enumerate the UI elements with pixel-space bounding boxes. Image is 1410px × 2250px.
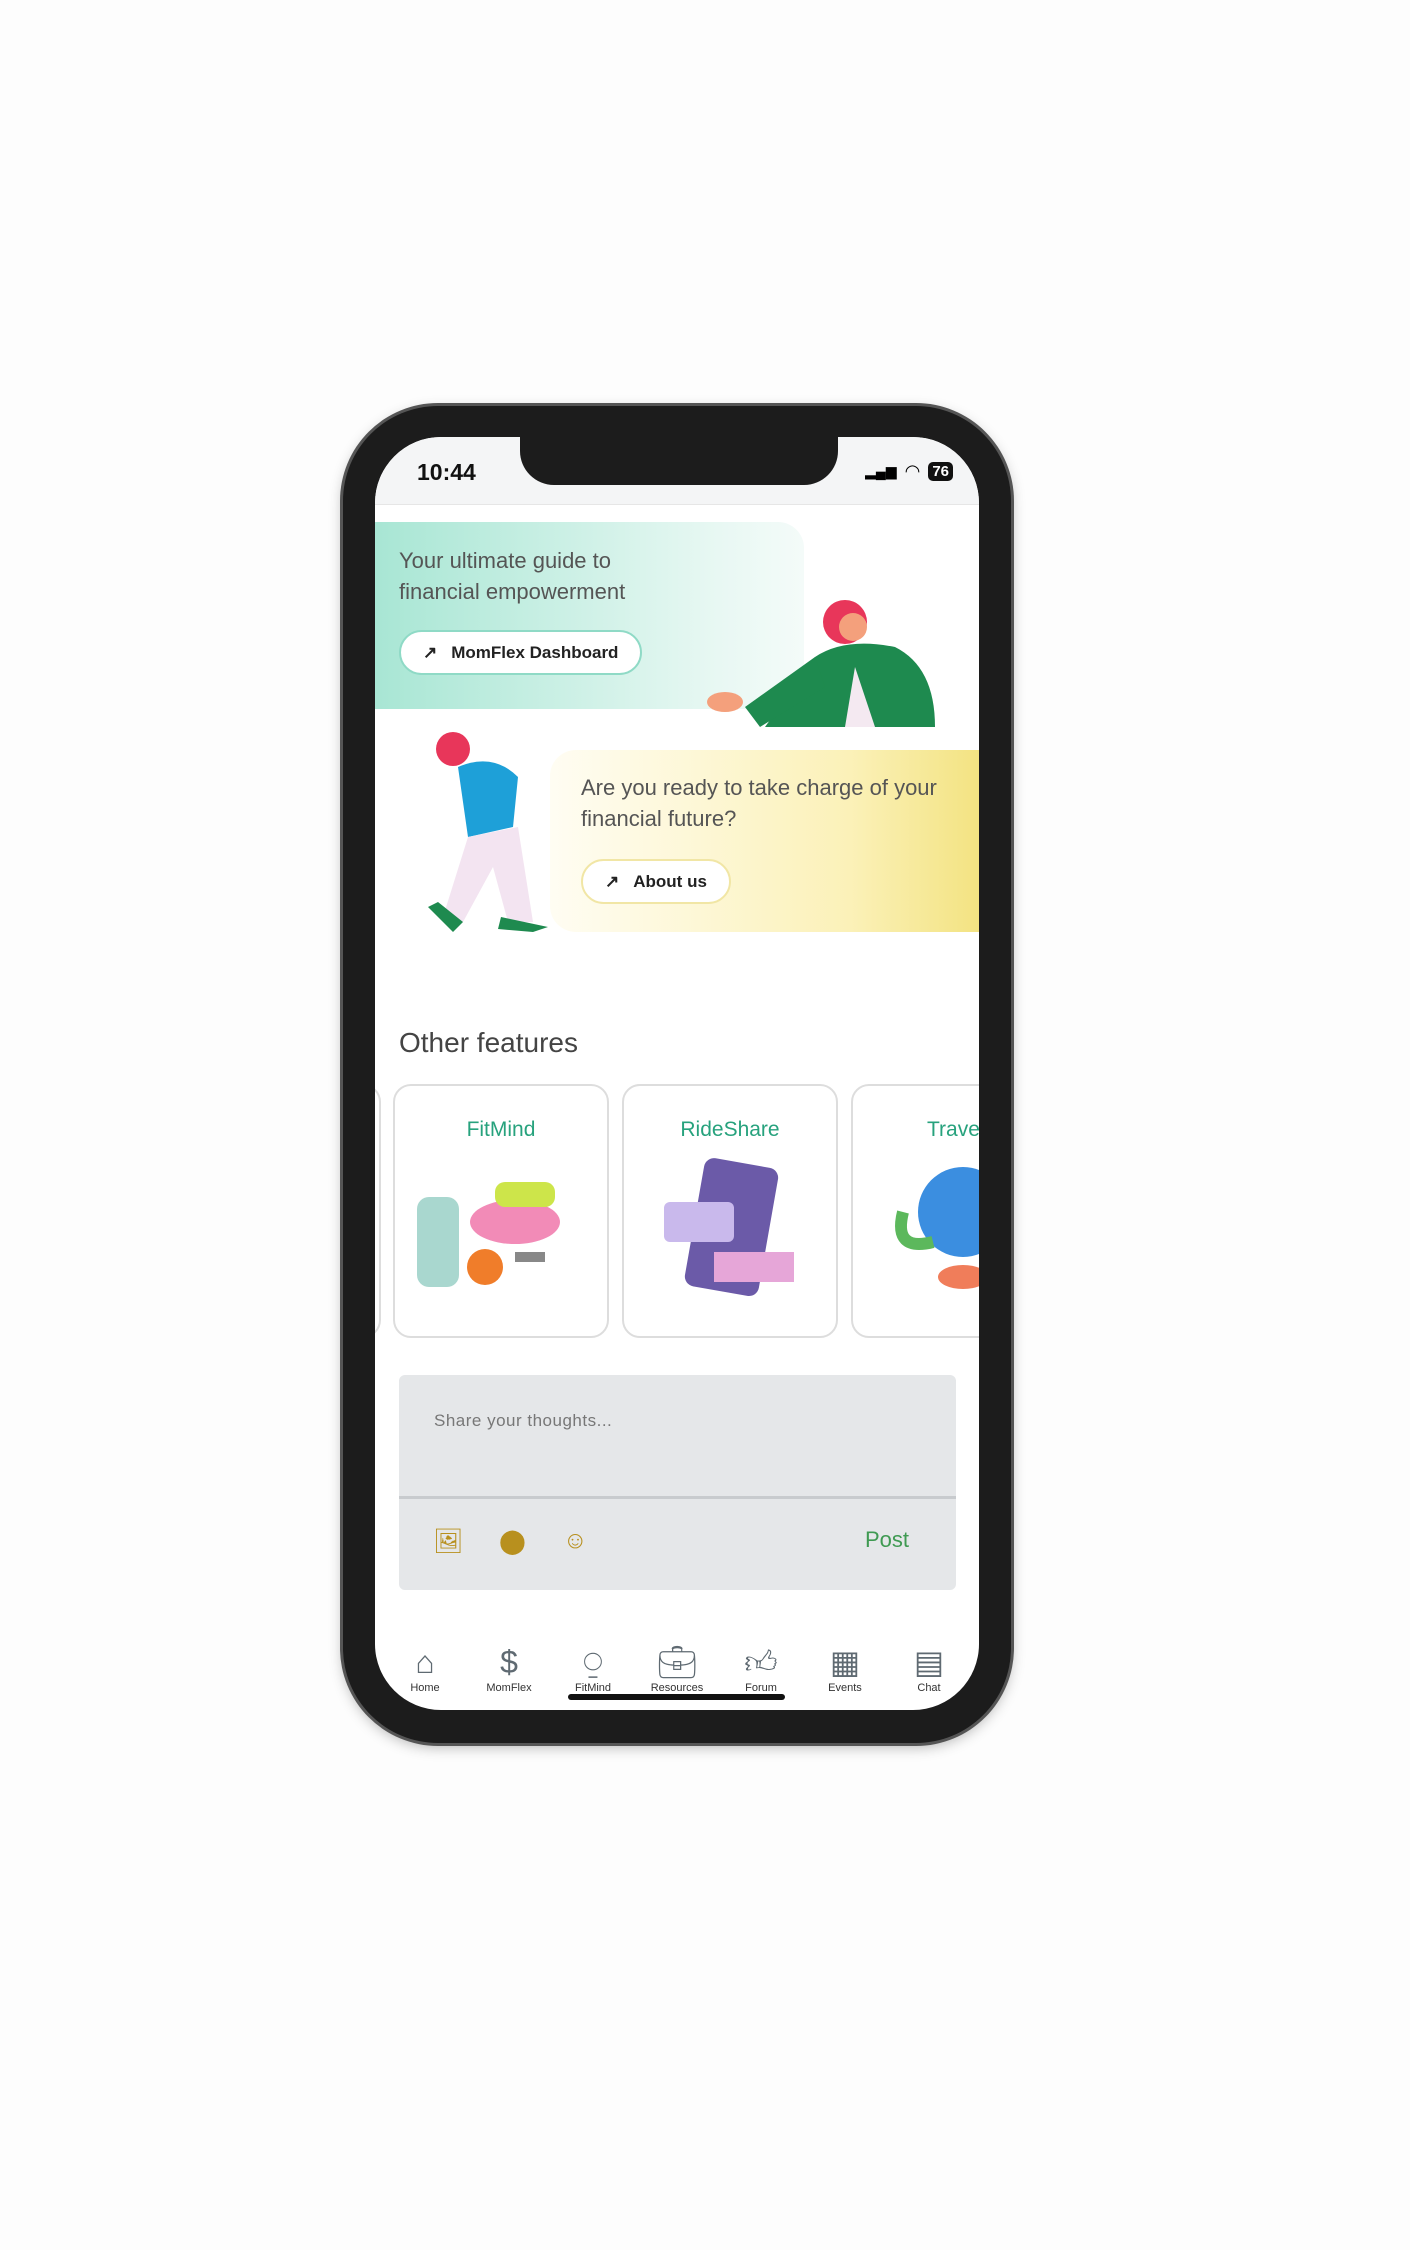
about-text: Are you ready to take charge of your fin… [581, 775, 937, 831]
briefcase-icon: 💼︎ [656, 1644, 698, 1680]
feature-card-rideshare[interactable]: RideShare [622, 1084, 838, 1338]
bottom-nav: ⌂ Home $ MomFlex ⍜ FitMind 💼︎ Resources 👍︎ Fo… [375, 1642, 979, 1694]
monitor-heart-icon: ⍜ [583, 1644, 603, 1680]
about-us-button[interactable]: ↗ About us [581, 859, 731, 904]
arrow-up-right-icon: ↗ [423, 642, 438, 662]
feature-card-travel[interactable]: Trave [851, 1084, 979, 1338]
nav-momflex[interactable]: $ MomFlex [469, 1642, 549, 1694]
nav-resources[interactable]: 💼︎ Resources [637, 1642, 717, 1694]
nav-events[interactable]: ▦ Events [805, 1642, 885, 1694]
travel-illustration [895, 1167, 979, 1289]
rideshare-illustration [664, 1158, 794, 1297]
home-icon: ⌂ [415, 1644, 435, 1680]
home-indicator[interactable] [568, 1694, 785, 1700]
location-pin-icon[interactable]: ⬤ [499, 1527, 526, 1556]
other-features-heading: Other features [399, 1027, 578, 1058]
nav-home[interactable]: ⌂ Home [385, 1642, 465, 1694]
notch [520, 437, 838, 485]
hero-text: Your ultimate guide to financial empower… [399, 548, 626, 604]
thoughts-input[interactable]: Share your thoughts... [434, 1411, 612, 1431]
post-composer: Share your thoughts... 🖼︎ ⬤ ☺ Post [399, 1375, 956, 1590]
dollar-icon: $ [500, 1644, 518, 1680]
image-icon[interactable]: 🖼︎ [433, 1527, 463, 1556]
feature-card-fitmind[interactable]: FitMind [393, 1084, 609, 1338]
signal-icon: ▂▄▆ [865, 463, 897, 479]
chat-icon: ▤ [913, 1644, 945, 1680]
feature-card-partial[interactable] [375, 1084, 381, 1338]
woman-walking-illustration [428, 732, 548, 932]
calendar-icon: ▦ [829, 1644, 861, 1680]
status-icons: ▂▄▆ ◠ 76 [865, 461, 953, 482]
divider [399, 1496, 956, 1499]
arrow-up-right-icon: ↗ [605, 871, 620, 891]
nav-chat[interactable]: ▤ Chat [889, 1642, 969, 1694]
app-screen: 10:44 ▂▄▆ ◠ 76 Your ultimate guide to fi… [375, 437, 979, 1710]
fitness-illustration [417, 1182, 560, 1287]
emoji-icon[interactable]: ☺ [563, 1527, 588, 1555]
nav-forum[interactable]: 👍︎ Forum [721, 1642, 801, 1694]
thumbs-up-icon: 👍︎ [744, 1644, 778, 1680]
battery-icon: 76 [928, 462, 953, 481]
post-button[interactable]: Post [865, 1527, 909, 1553]
wifi-icon: ◠ [904, 461, 921, 481]
nav-fitmind[interactable]: ⍜ FitMind [553, 1642, 633, 1694]
momflex-dashboard-button[interactable]: ↗ MomFlex Dashboard [399, 630, 643, 675]
woman-illustration [707, 600, 935, 727]
status-time: 10:44 [417, 459, 476, 485]
